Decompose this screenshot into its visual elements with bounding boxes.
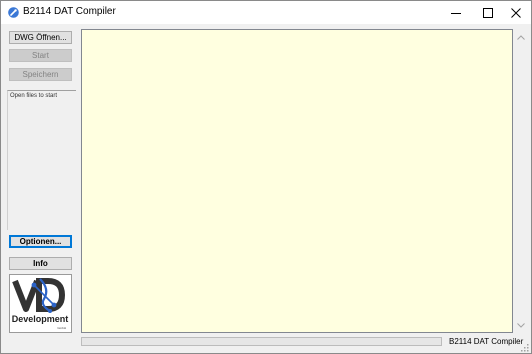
resize-grip-icon[interactable]	[519, 342, 529, 352]
status-bar-label: B2114 DAT Compiler	[449, 337, 524, 346]
maximize-button[interactable]	[473, 1, 503, 24]
close-button[interactable]	[501, 1, 531, 24]
progress-bar	[81, 337, 442, 346]
options-button[interactable]: Optionen...	[9, 235, 72, 248]
file-status-panel: Open files to start	[7, 90, 76, 230]
minimize-button[interactable]	[441, 1, 471, 24]
maximize-icon	[483, 7, 493, 18]
info-button[interactable]: Info	[9, 257, 72, 270]
chevron-down-icon	[517, 320, 525, 330]
minimize-icon	[451, 8, 461, 18]
title-bar[interactable]: B2114 DAT Compiler	[1, 1, 531, 24]
window-title: B2114 DAT Compiler	[23, 6, 116, 17]
close-icon	[511, 7, 521, 18]
output-log-area[interactable]	[81, 29, 513, 333]
start-button[interactable]: Start	[9, 49, 72, 62]
logo-brand-text: Development	[12, 314, 69, 324]
chevron-up-icon	[517, 32, 525, 42]
file-status-text: Open files to start	[10, 93, 58, 99]
client-area: DWG Öffnen... Start Speichern Open files…	[1, 24, 531, 353]
logo-small-text: GmbH	[57, 326, 66, 330]
vertical-scrollbar[interactable]	[513, 29, 529, 333]
wrench-icon	[8, 7, 19, 18]
scroll-down-button[interactable]	[513, 317, 529, 333]
open-dwg-button[interactable]: DWG Öffnen...	[9, 31, 72, 44]
app-window: B2114 DAT Compiler DWG Öffnen... Start S…	[0, 0, 532, 354]
scroll-up-button[interactable]	[513, 29, 529, 45]
company-logo: Development GmbH	[9, 274, 72, 333]
save-button[interactable]: Speichern	[9, 68, 72, 81]
vd-logo-graphic: Development GmbH	[12, 278, 69, 330]
